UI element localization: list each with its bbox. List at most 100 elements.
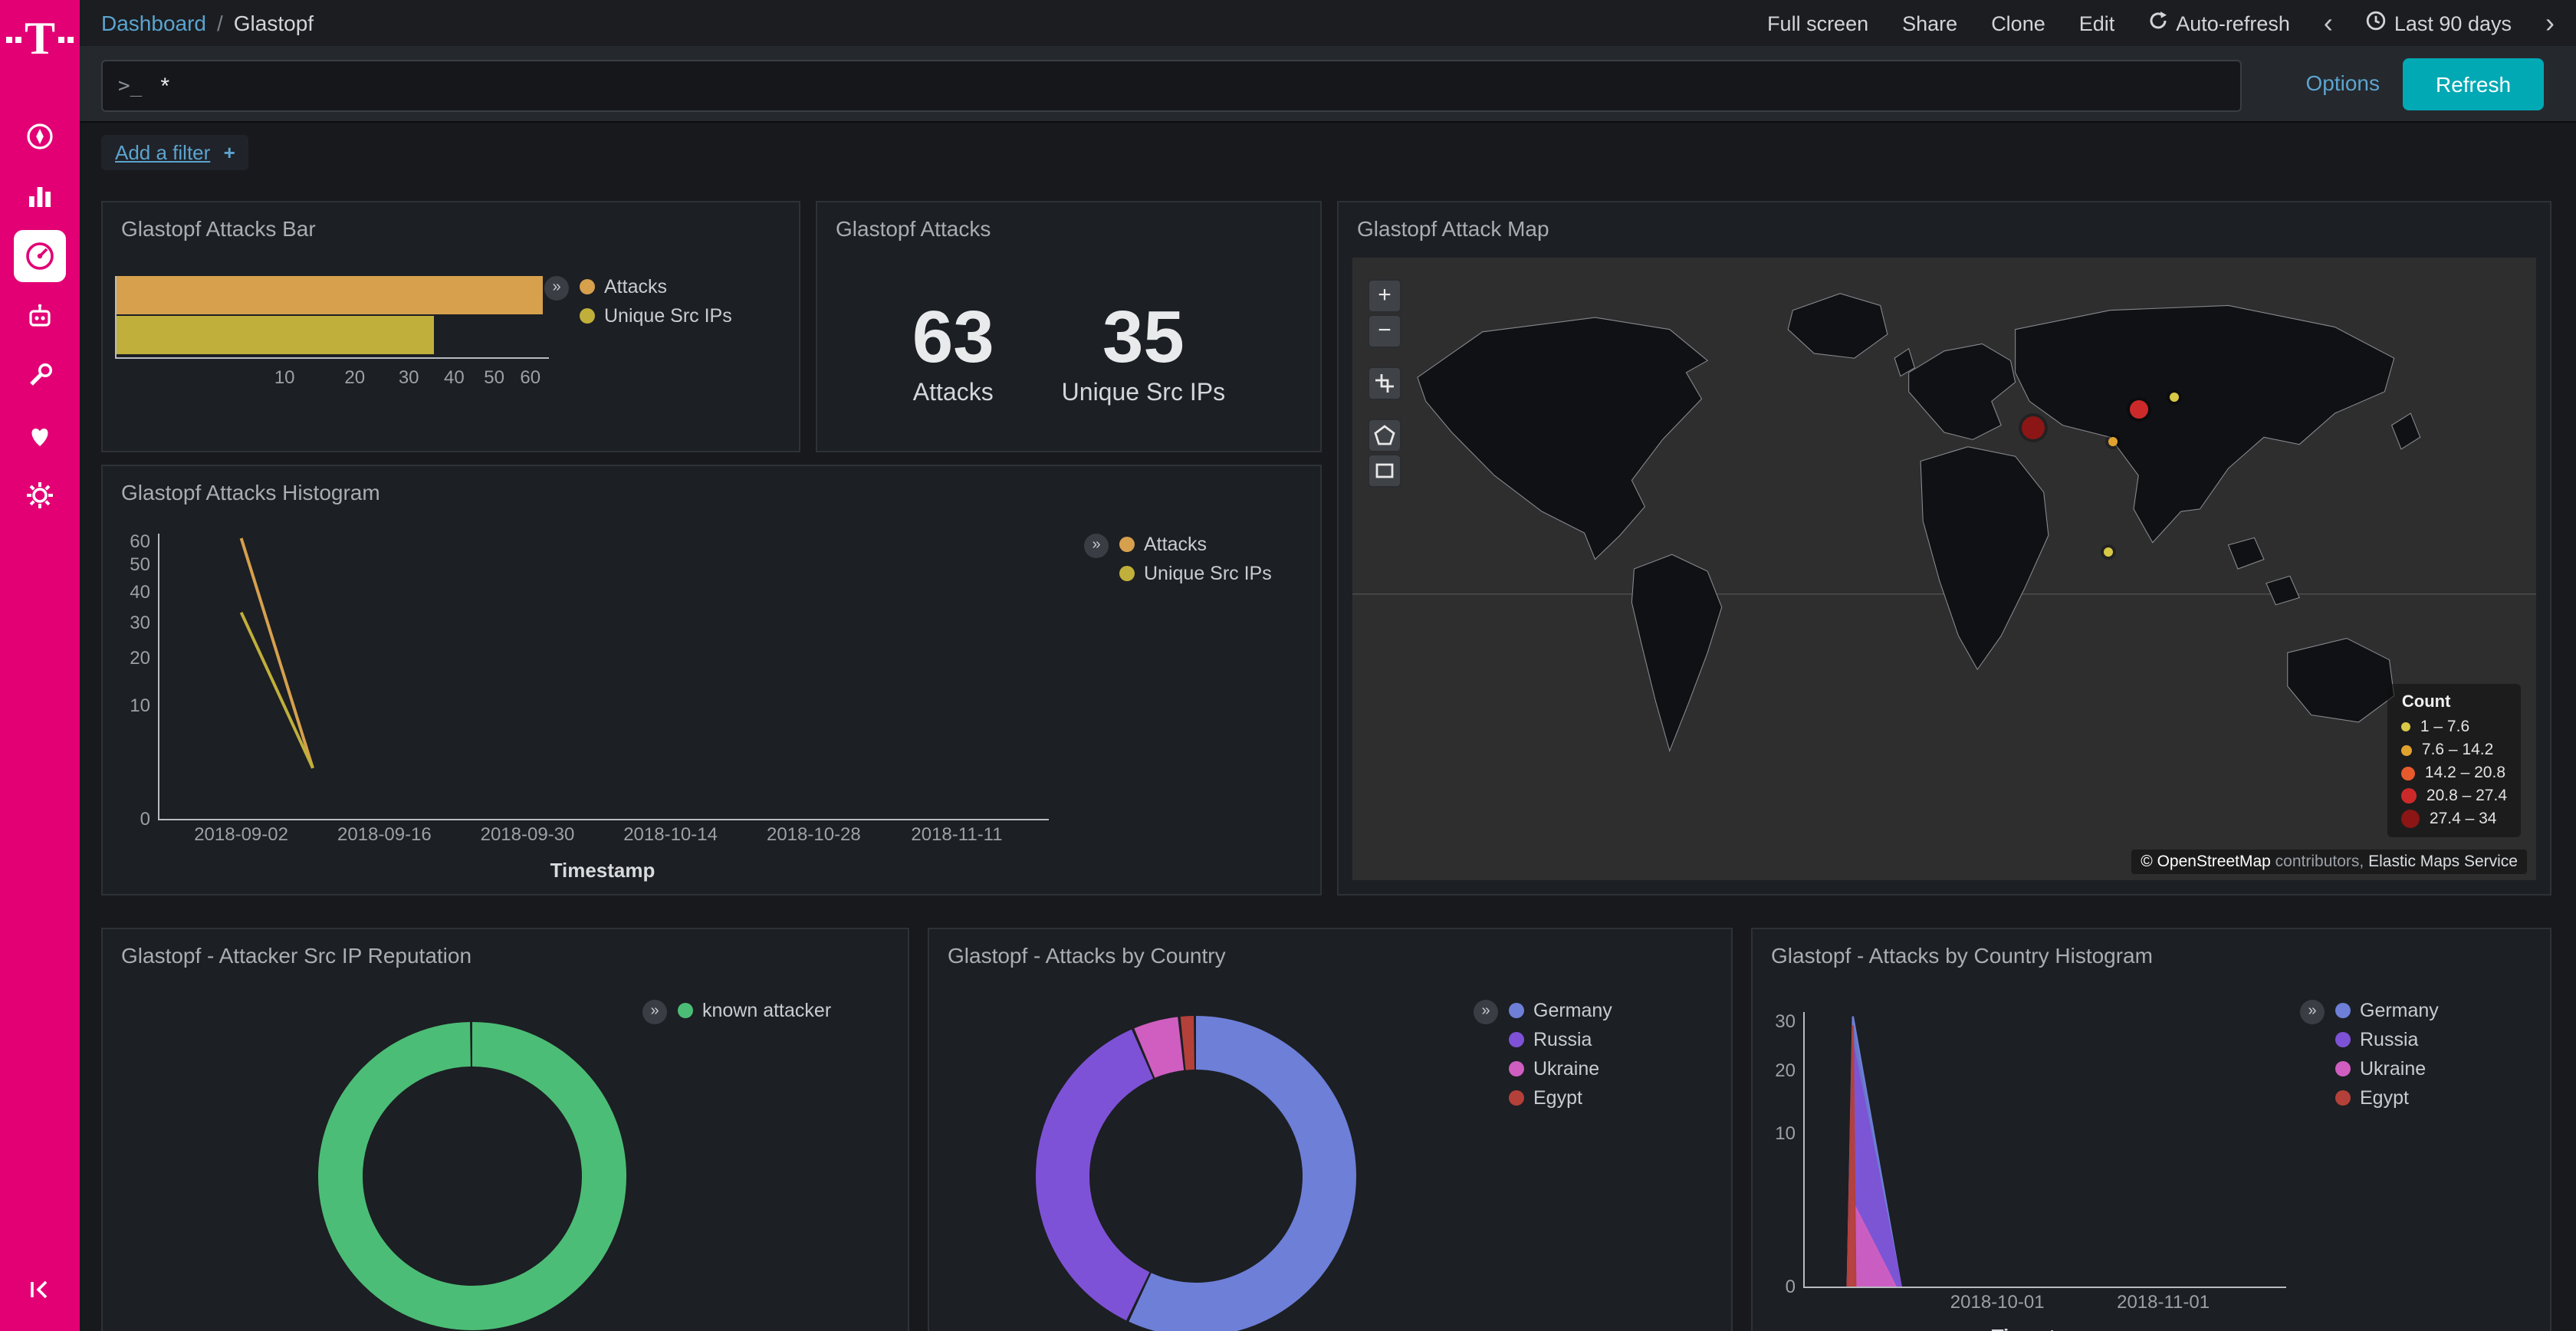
legend-toggle-icon[interactable]: » <box>1084 534 1109 558</box>
count-legend-swatch-icon <box>2402 766 2416 780</box>
add-filter-link[interactable]: Add a filter + <box>101 135 249 170</box>
legend-item[interactable]: Attacks <box>580 276 732 297</box>
x-tick-label: 2018-09-30 <box>481 823 575 845</box>
legend-item[interactable]: Egypt <box>1509 1087 1612 1109</box>
share-button[interactable]: Share <box>1902 12 1957 35</box>
line-series-unique-src-ips[interactable] <box>242 613 313 768</box>
legend-toggle-icon[interactable]: » <box>642 1000 667 1024</box>
time-back-chevron[interactable]: ‹ <box>2324 9 2333 37</box>
time-picker-button[interactable]: Last 90 days <box>2367 11 2512 35</box>
panel-title[interactable]: Glastopf - Attacker Src IP Reputation <box>103 929 908 981</box>
x-tick-label: 2018-09-02 <box>194 823 288 845</box>
search-query-input[interactable]: >_ * <box>101 60 2242 112</box>
y-tick-label: 0 <box>1786 1276 1796 1297</box>
refresh-icon <box>2148 11 2168 35</box>
query-bar: >_ * Options Refresh <box>80 46 2576 123</box>
donut-slice-known-attacker[interactable] <box>340 1044 604 1308</box>
zoom-in-button[interactable]: + <box>1368 279 1401 313</box>
line-series-attacks[interactable] <box>242 538 313 768</box>
panel-title[interactable]: Glastopf Attack Map <box>1339 202 2550 255</box>
attack-point[interactable] <box>2131 399 2149 418</box>
clone-button[interactable]: Clone <box>1991 12 2045 35</box>
legend-item[interactable]: Unique Src IPs <box>580 305 732 327</box>
world-map[interactable]: + − Count 1 – 7.67.6 – 14.214.2 – 20.820… <box>1352 258 2536 880</box>
y-tick-label: 10 <box>130 695 150 716</box>
legend-toggle-icon[interactable]: » <box>1474 1000 1498 1024</box>
bar-unique-src-ips[interactable] <box>117 316 434 354</box>
metric-label: Attacks <box>912 381 994 409</box>
sidebar-collapse-button[interactable] <box>0 1274 80 1313</box>
legend-item[interactable]: known attacker <box>678 1000 831 1021</box>
legend-toggle-icon[interactable]: » <box>544 276 569 301</box>
panel-title[interactable]: Glastopf Attacks Histogram <box>103 466 1320 518</box>
panel-title[interactable]: Glastopf - Attacks by Country <box>929 929 1731 981</box>
refresh-button[interactable]: Refresh <box>2403 58 2544 110</box>
full-screen-button[interactable]: Full screen <box>1767 12 1868 35</box>
panel-attacks-metric: Glastopf Attacks 63 Attacks 35 Unique Sr… <box>816 201 1322 452</box>
legend-swatch-icon <box>2335 1003 2351 1018</box>
legend-item[interactable]: Unique Src IPs <box>1119 563 1272 584</box>
y-tick-label: 30 <box>1775 1010 1796 1031</box>
openstreetmap-link[interactable]: © OpenStreetMap <box>2141 853 2271 871</box>
x-tick-label: 10 <box>274 366 295 388</box>
sidebar-item-dev-tools[interactable] <box>14 350 66 402</box>
x-tick-label: 2018-10-28 <box>767 823 861 845</box>
chart-legend: » Germany Russia Ukraine Egypt <box>1474 1000 1612 1109</box>
x-tick-label: 20 <box>344 366 365 388</box>
x-tick-label: 2018-11-11 <box>911 823 1002 845</box>
attack-point[interactable] <box>2108 437 2117 446</box>
legend-label: Germany <box>2360 1000 2439 1021</box>
sidebar-item-discover[interactable] <box>14 110 66 163</box>
panel-src-ip-reputation: Glastopf - Attacker Src IP Reputation » … <box>101 928 909 1331</box>
logo-letter: T <box>25 17 55 63</box>
legend-item[interactable]: Russia <box>2335 1029 2439 1050</box>
metric-label: Unique Src IPs <box>1062 381 1225 409</box>
bar-chart-x-axis: 102030405060 <box>115 362 547 389</box>
polygon-draw-button[interactable] <box>1368 419 1401 452</box>
y-axis: 0102030 <box>1759 1012 1805 1287</box>
area-chart-plot: 2018-10-012018-11-01 0102030 <box>1803 1012 2286 1288</box>
legend-toggle-icon[interactable]: » <box>2300 1000 2325 1024</box>
elastic-maps-service-link[interactable]: Elastic Maps Service <box>2368 853 2518 871</box>
legend-item[interactable]: Germany <box>2335 1000 2439 1021</box>
attack-point[interactable] <box>2022 416 2045 439</box>
options-link[interactable]: Options <box>2306 71 2380 95</box>
breadcrumb-separator: / <box>217 11 223 35</box>
legend-item[interactable]: Attacks <box>1119 534 1272 555</box>
legend-swatch-icon <box>580 279 595 294</box>
legend-item[interactable]: Germany <box>1509 1000 1612 1021</box>
legend-item[interactable]: Ukraine <box>2335 1058 2439 1080</box>
x-tick-label: 40 <box>444 366 465 388</box>
panel-title[interactable]: Glastopf Attacks <box>817 202 1320 255</box>
metric-unique-src-ips: 35 Unique Src IPs <box>1062 301 1225 409</box>
count-legend-range: 20.8 – 27.4 <box>2426 787 2507 805</box>
sidebar-item-management[interactable] <box>14 469 66 521</box>
telekom-logo[interactable]: T <box>0 0 80 80</box>
legend-item[interactable]: Russia <box>1509 1029 1612 1050</box>
edit-button[interactable]: Edit <box>2079 12 2115 35</box>
breadcrumb-dashboard-link[interactable]: Dashboard <box>101 11 206 35</box>
fit-bounds-button[interactable] <box>1368 366 1401 400</box>
sidebar-item-dashboard[interactable] <box>14 230 66 282</box>
time-forward-chevron[interactable]: › <box>2545 9 2555 37</box>
sidebar-item-monitoring[interactable] <box>14 409 66 462</box>
legend-swatch-icon <box>1509 1090 1524 1106</box>
count-legend-row: 27.4 – 34 <box>2402 810 2507 828</box>
legend-label: Ukraine <box>1533 1058 1599 1080</box>
panel-title[interactable]: Glastopf - Attacks by Country Histogram <box>1753 929 2550 981</box>
legend-item[interactable]: Egypt <box>2335 1087 2439 1109</box>
bar-attacks[interactable] <box>117 276 542 314</box>
legend-item[interactable]: Ukraine <box>1509 1058 1612 1080</box>
sidebar-item-visualize[interactable] <box>14 170 66 222</box>
rectangle-draw-button[interactable] <box>1368 454 1401 488</box>
bar-chart-icon <box>25 181 55 212</box>
compass-icon <box>25 121 55 152</box>
attack-point[interactable] <box>2103 547 2112 557</box>
gear-icon <box>25 480 55 511</box>
metric-value: 63 <box>912 301 994 378</box>
auto-refresh-button[interactable]: Auto-refresh <box>2148 11 2290 35</box>
sidebar-item-monitor[interactable] <box>14 290 66 342</box>
zoom-out-button[interactable]: − <box>1368 314 1401 348</box>
attack-point[interactable] <box>2170 393 2179 403</box>
panel-title[interactable]: Glastopf Attacks Bar <box>103 202 799 255</box>
